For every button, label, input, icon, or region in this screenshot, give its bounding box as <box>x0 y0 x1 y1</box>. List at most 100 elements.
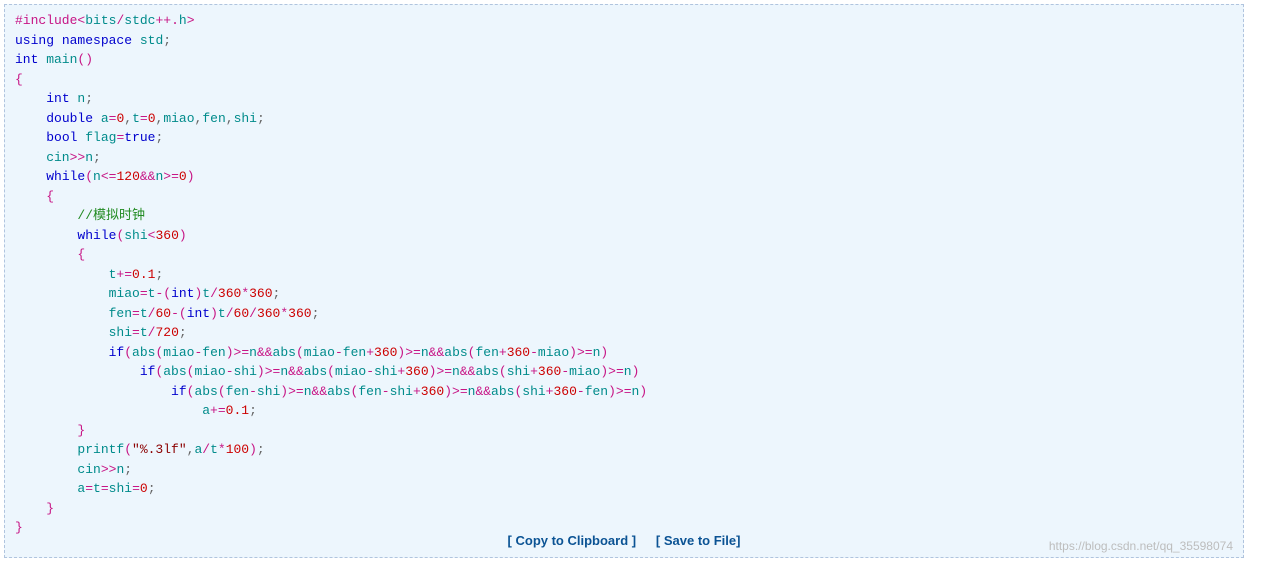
t: { <box>46 189 54 204</box>
t: ( <box>85 169 93 184</box>
t: t <box>15 267 116 282</box>
t: miao <box>15 286 140 301</box>
t: t <box>140 306 148 321</box>
t: ; <box>155 267 163 282</box>
t <box>54 33 62 48</box>
t: "%.3lf" <box>132 442 187 457</box>
t: 720 <box>155 325 178 340</box>
t: / <box>210 286 218 301</box>
t: t <box>210 442 218 457</box>
t: 360 <box>553 384 576 399</box>
t: shi <box>109 481 132 496</box>
t: () <box>77 52 93 67</box>
t: * <box>241 286 249 301</box>
t: int <box>187 306 210 321</box>
t: a <box>15 481 85 496</box>
t: { <box>77 247 85 262</box>
t: flag <box>77 130 116 145</box>
t: ; <box>148 481 156 496</box>
t: n <box>421 345 429 360</box>
t <box>15 189 46 204</box>
t: abs <box>304 364 327 379</box>
t: >= <box>405 345 421 360</box>
t: ; <box>85 91 93 106</box>
t: >= <box>288 384 304 399</box>
t: 100 <box>226 442 249 457</box>
t: fen <box>358 384 381 399</box>
t: >= <box>608 364 624 379</box>
t: 360 <box>288 306 311 321</box>
t: abs <box>163 364 186 379</box>
t: a <box>93 111 109 126</box>
t: ; <box>155 130 163 145</box>
t: ) <box>632 364 640 379</box>
t: ( <box>124 442 132 457</box>
code-container: #include<bits/stdc++.h> using namespace … <box>4 4 1244 558</box>
t: >= <box>436 364 452 379</box>
t: miao <box>569 364 600 379</box>
t: = <box>85 481 93 496</box>
t: fen <box>15 306 132 321</box>
t: #include <box>15 13 77 28</box>
t: = <box>101 481 109 496</box>
t: true <box>124 130 155 145</box>
t: while <box>77 228 116 243</box>
t: + <box>530 364 538 379</box>
t: t <box>218 306 226 321</box>
t: = <box>132 325 140 340</box>
t: shi <box>234 364 257 379</box>
t: ) <box>569 345 577 360</box>
t: ) <box>280 384 288 399</box>
t: std <box>132 33 163 48</box>
t: 360 <box>538 364 561 379</box>
t: ) <box>226 345 234 360</box>
t: 0.1 <box>132 267 155 282</box>
t: shi <box>390 384 413 399</box>
t: / <box>202 442 210 457</box>
t: -( <box>171 306 187 321</box>
t: ) <box>600 364 608 379</box>
t: n <box>624 364 632 379</box>
t: shi <box>234 111 257 126</box>
t: abs <box>475 364 498 379</box>
t: fen <box>202 345 225 360</box>
t: - <box>561 364 569 379</box>
t: t <box>140 325 148 340</box>
t: = <box>140 286 148 301</box>
t: miao <box>538 345 569 360</box>
t: int <box>46 91 69 106</box>
t: miao <box>335 364 366 379</box>
copy-to-clipboard-link[interactable]: [ Copy to Clipboard ] <box>508 533 637 548</box>
t: int <box>171 286 194 301</box>
t: >> <box>70 150 86 165</box>
t: miao <box>304 345 335 360</box>
t: ( <box>124 345 132 360</box>
t: >= <box>577 345 593 360</box>
t: 360 <box>249 286 272 301</box>
t: - <box>366 364 374 379</box>
t: ; <box>257 442 265 457</box>
t: n <box>70 91 86 106</box>
save-to-file-link[interactable]: [ Save to File] <box>656 533 741 548</box>
t: 0 <box>179 169 187 184</box>
t: ; <box>163 33 171 48</box>
t: n <box>85 150 93 165</box>
t: + <box>413 384 421 399</box>
t: 0 <box>148 111 156 126</box>
t <box>15 364 140 379</box>
t: + <box>499 345 507 360</box>
t <box>15 423 77 438</box>
t: fen <box>226 384 249 399</box>
t: if <box>171 384 187 399</box>
t: abs <box>444 345 467 360</box>
t: - <box>226 364 234 379</box>
t: shi <box>522 384 545 399</box>
t: ; <box>124 462 132 477</box>
t: abs <box>132 345 155 360</box>
t <box>15 208 77 223</box>
t: ; <box>257 111 265 126</box>
t: && <box>140 169 156 184</box>
t: ) <box>187 169 195 184</box>
t: using <box>15 33 54 48</box>
t: n <box>249 345 257 360</box>
